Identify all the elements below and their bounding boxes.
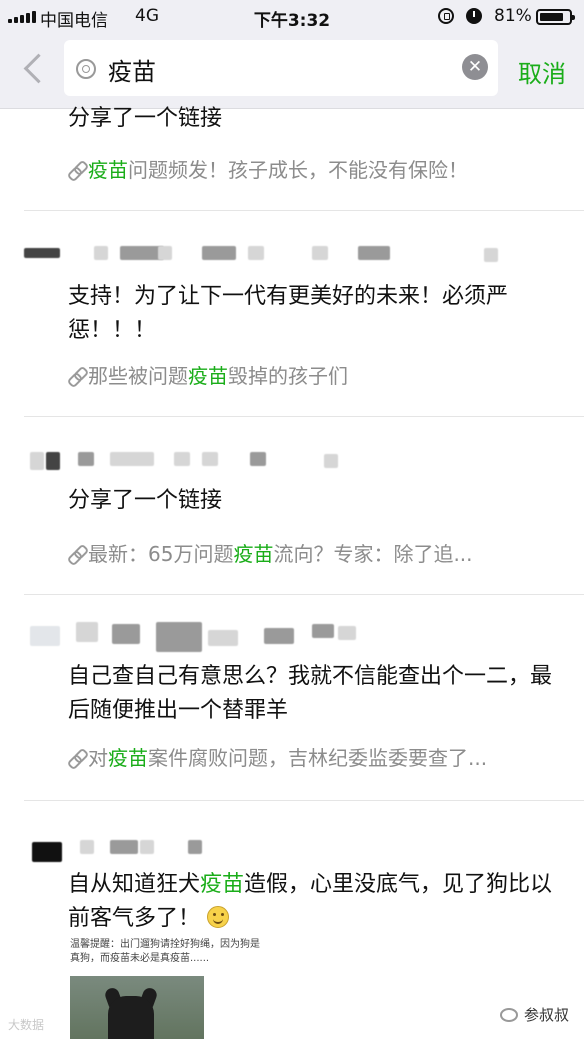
status-bar: 中国电信 4G 下午3:32 81% <box>0 0 584 32</box>
search-header: 疫苗 ✕ 取消 <box>0 32 584 109</box>
post-text: 支持！为了让下一代有更美好的未来！必须严惩！！！ <box>68 284 509 343</box>
battery-percent: 81% <box>494 6 532 26</box>
moment-post[interactable]: 支持！为了让下一代有更美好的未来！必须严惩！！！ 那些被问题疫苗毁掉的孩子们 <box>24 240 584 410</box>
back-button[interactable] <box>20 52 50 86</box>
notice-caption: 温馨提醒：出门遛狗请拴好狗绳，因为狗是真狗，而疫苗未必是真疫苗...... <box>70 939 260 964</box>
keyword-highlight: 疫苗 <box>200 872 245 897</box>
shared-link[interactable]: 最新：65万问题疫苗流向？专家：除了追... <box>68 538 568 567</box>
cancel-button[interactable]: 取消 <box>518 54 566 89</box>
shared-link[interactable]: 那些被问题疫苗毁掉的孩子们 <box>68 360 568 389</box>
shared-link[interactable]: 疫苗问题频发！孩子成长，不能没有保险！ <box>68 154 568 183</box>
link-icon <box>68 161 86 179</box>
link-icon <box>68 545 86 563</box>
keyword-highlight: 疫苗 <box>233 542 274 566</box>
dog-photo-thumbnail[interactable] <box>70 976 204 1039</box>
battery-icon <box>536 9 575 25</box>
search-input[interactable]: 疫苗 ✕ <box>64 40 498 96</box>
keyword-highlight: 疫苗 <box>188 364 228 388</box>
divider <box>24 800 584 801</box>
keyword-highlight: 疫苗 <box>88 158 128 182</box>
divider <box>24 594 584 595</box>
orientation-lock-icon <box>438 8 454 24</box>
watermark-left: 大数据 <box>8 1018 45 1032</box>
clear-search-button[interactable]: ✕ <box>462 54 488 80</box>
moment-post[interactable]: 自己查自己有意思么？我就不信能查出个一二，最后随便推出一个替罪羊 对疫苗案件腐败… <box>24 620 584 790</box>
shared-link[interactable]: 对疫苗案件腐败问题，吉林纪委监委要查了... <box>68 742 568 771</box>
post-text: 分享了一个链接 <box>68 488 223 513</box>
alarm-icon <box>466 8 482 24</box>
post-text: 分享了一个链接 <box>68 106 223 131</box>
wechat-logo-icon <box>500 1007 518 1022</box>
keyword-highlight: 疫苗 <box>108 746 148 770</box>
post-text: 自从知道狂犬疫苗造假，心里没底气，见了狗比以前客气多了！ <box>68 872 553 931</box>
watermark-right: 参叔叔 <box>500 1004 569 1025</box>
link-icon <box>68 367 86 385</box>
link-icon <box>68 749 86 767</box>
moment-post[interactable]: 分享了一个链接 最新：65万问题疫苗流向？专家：除了追... <box>24 448 584 588</box>
smile-emoji-icon <box>207 906 230 928</box>
post-text: 自己查自己有意思么？我就不信能查出个一二，最后随便推出一个替罪羊 <box>68 664 553 723</box>
aperture-icon <box>76 59 96 79</box>
search-query[interactable]: 疫苗 <box>108 52 156 87</box>
moment-post[interactable]: 分享了一个链接 疫苗问题频发！孩子成长，不能没有保险！ <box>24 106 584 208</box>
divider <box>24 416 584 417</box>
divider <box>24 210 584 211</box>
